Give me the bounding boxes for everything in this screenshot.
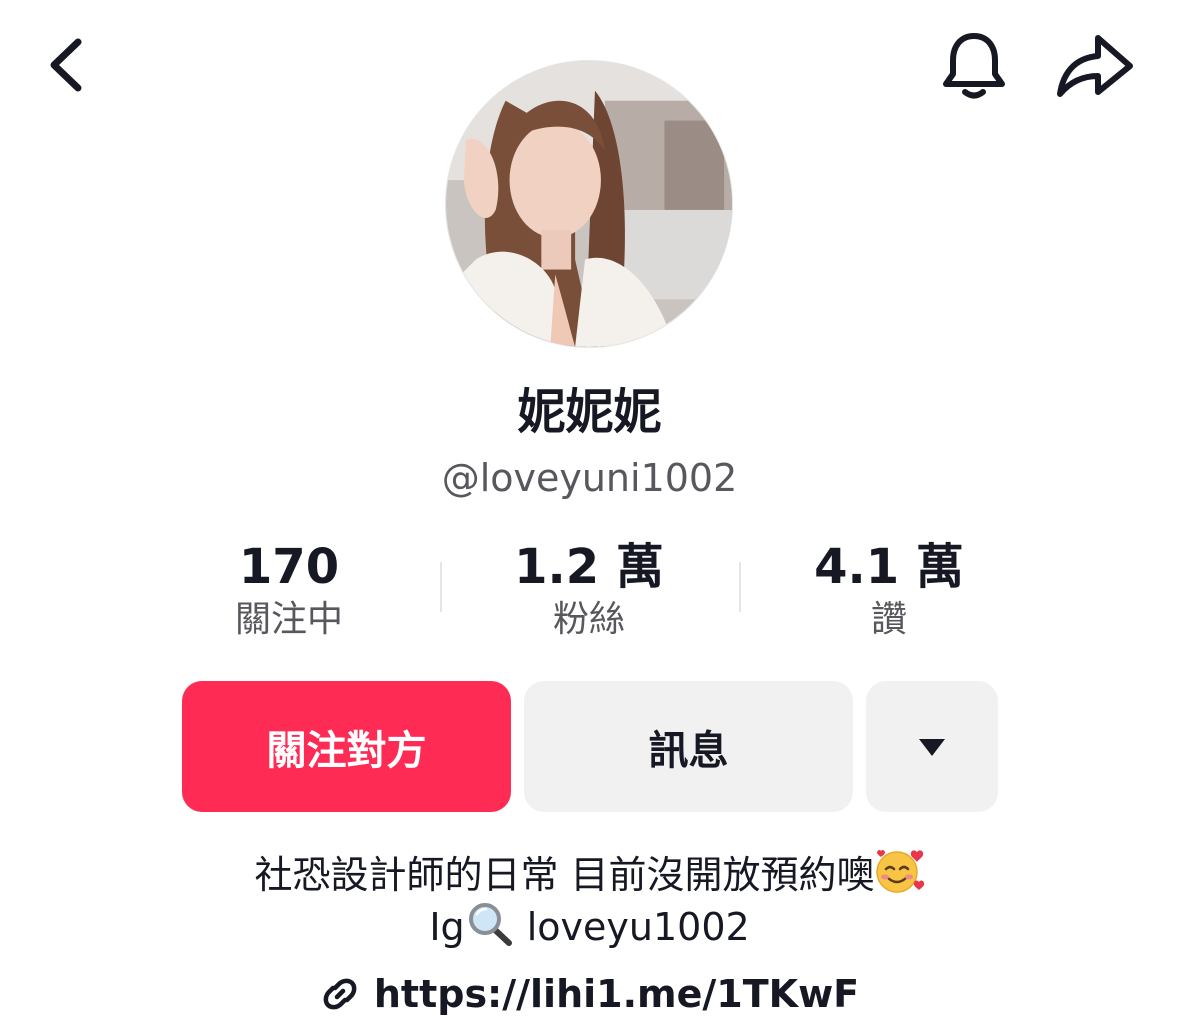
back-button[interactable]	[36, 30, 96, 100]
avatar[interactable]	[445, 60, 733, 348]
profile-photo	[446, 61, 732, 347]
stat-divider	[440, 562, 442, 612]
link-url[interactable]: https://lihi1.me/1TKwF	[374, 968, 859, 1020]
stat-value: 4.1 萬	[814, 539, 964, 595]
bio-text: loveyu1002	[514, 905, 750, 949]
stat-likes[interactable]: 4.1 萬 讚	[744, 540, 1034, 644]
share-arrow-icon	[1057, 35, 1133, 97]
stat-value: 170	[238, 539, 340, 595]
follow-button[interactable]: 關注對方	[182, 681, 511, 812]
bio-line: Ig loveyu1002	[0, 900, 1179, 952]
display-name: 妮妮妮	[517, 384, 662, 440]
link-icon	[320, 974, 360, 1014]
chevron-left-icon	[50, 38, 82, 92]
stat-followers[interactable]: 1.2 萬 粉絲	[444, 540, 734, 644]
more-options-button[interactable]	[866, 681, 998, 812]
stat-label: 讚	[870, 599, 907, 640]
bio-line: 社恐設計師的日常 目前沒開放預約噢	[0, 848, 1179, 900]
bio-text: 社恐設計師的日常 目前沒開放預約噢	[254, 853, 875, 897]
stat-value: 1.2 萬	[514, 539, 664, 595]
bio-text: Ig	[429, 905, 465, 949]
stat-following[interactable]: 170 關注中	[144, 540, 434, 644]
stat-label: 粉絲	[552, 599, 625, 640]
message-button[interactable]: 訊息	[524, 681, 853, 812]
magnifying-glass-icon	[465, 900, 515, 946]
username: @loveyuni1002	[441, 456, 738, 500]
notification-button[interactable]	[936, 28, 1012, 104]
profile-page: 妮妮妮 @loveyuni1002 170 關注中 1.2 萬 粉絲 4.1 萬…	[0, 0, 1179, 1035]
profile-link[interactable]: https://lihi1.me/1TKwF	[0, 968, 1179, 1020]
share-button[interactable]	[1052, 30, 1136, 102]
smiling-face-with-hearts-icon	[875, 848, 925, 894]
stat-label: 關注中	[234, 599, 343, 640]
stat-divider	[739, 562, 741, 612]
bell-icon	[943, 33, 1005, 99]
caret-down-icon	[919, 738, 945, 756]
